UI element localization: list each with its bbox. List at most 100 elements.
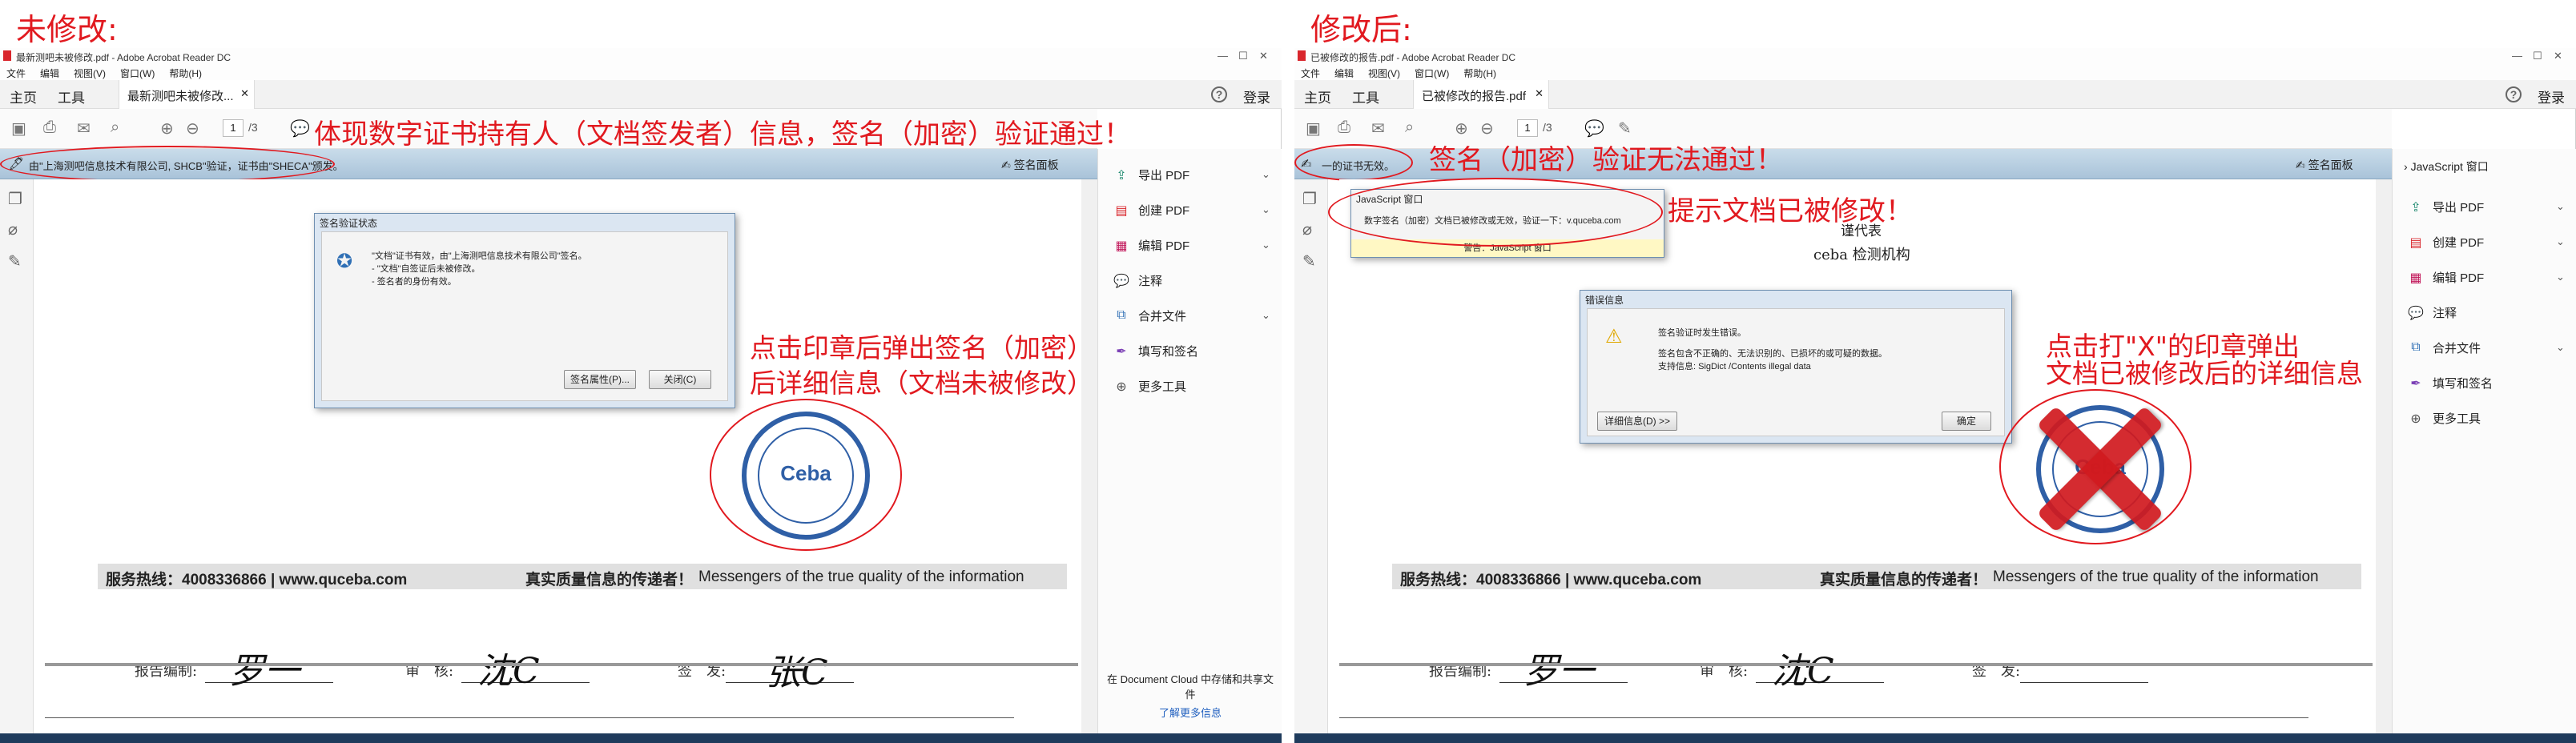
signature-panel-button[interactable]: ✍ 签名面板 xyxy=(1001,157,1059,173)
tool-fill-sign[interactable]: ✒ 填写和签名 xyxy=(1113,343,1198,360)
vertical-scrollbar[interactable] xyxy=(1081,179,1097,743)
tool-export-pdf[interactable]: ⇪ 导出 PDF ⌄ xyxy=(1113,167,1270,184)
tab-close-icon[interactable]: ✕ xyxy=(1535,87,1544,100)
page-divider xyxy=(1339,663,2373,666)
page-divider xyxy=(45,663,1078,666)
minimize-icon[interactable]: — xyxy=(2512,50,2522,62)
menu-edit[interactable]: 编辑 xyxy=(40,66,59,80)
navigation-rail: ❐ ⌀ ✎ xyxy=(1294,179,1328,743)
comment-icon[interactable]: 💬 xyxy=(1584,118,1604,139)
print-icon[interactable]: ⎙ xyxy=(1338,118,1350,137)
tool-combine-files[interactable]: ⧉ 合并文件 ⌄ xyxy=(1113,307,1270,325)
menu-edit[interactable]: 编辑 xyxy=(1334,66,1354,80)
tab-document[interactable]: 已被修改的报告.pdf ✕ xyxy=(1413,80,1549,109)
tool-edit-pdf[interactable]: ▦ 编辑 PDF ⌄ xyxy=(2407,269,2564,287)
chevron-down-icon[interactable]: ⌄ xyxy=(2556,341,2565,354)
tool-edit-pdf[interactable]: ▦ 编辑 PDF ⌄ xyxy=(1113,237,1270,255)
pen-icon[interactable]: ✎ xyxy=(1618,118,1632,139)
menu-view[interactable]: 视图(V) xyxy=(1368,66,1400,80)
save-icon[interactable]: ▣ xyxy=(11,118,26,139)
tool-more-tools[interactable]: ⊕ 更多工具 xyxy=(1113,378,1186,396)
signature-properties-button[interactable]: 签名属性(P)... xyxy=(564,370,636,389)
chevron-down-icon[interactable]: ⌄ xyxy=(2556,271,2565,283)
attachment-icon[interactable]: ⌀ xyxy=(1302,219,1312,239)
help-icon[interactable]: ? xyxy=(1211,86,1227,102)
edit-pdf-icon: ▦ xyxy=(1115,239,1128,253)
ok-button[interactable]: 确定 xyxy=(1942,412,1991,431)
comment-icon[interactable]: 💬 xyxy=(290,118,310,139)
page-down-icon[interactable]: ⊖ xyxy=(186,118,199,139)
details-button[interactable]: 详细信息(D) >> xyxy=(1597,412,1677,431)
maximize-icon[interactable]: ☐ xyxy=(1238,50,1248,62)
page-down-icon[interactable]: ⊖ xyxy=(1480,118,1494,139)
tool-create-pdf[interactable]: ▤ 创建 PDF ⌄ xyxy=(1113,202,1270,219)
signature-status-dialog: 签名验证状态 ✪ "文档"证书有效，由"上海测吧信息技术有限公司"签名。 - "… xyxy=(314,213,735,408)
close-icon[interactable]: ✕ xyxy=(1259,50,1268,62)
page-number-input[interactable]: 1 xyxy=(223,119,244,137)
chevron-down-icon[interactable]: ⌄ xyxy=(2556,235,2565,248)
search-icon[interactable]: ⌕ xyxy=(111,118,119,137)
page-number-input[interactable]: 1 xyxy=(1517,119,1538,137)
edit-pdf-icon: ▦ xyxy=(2409,271,2422,285)
chevron-right-icon[interactable]: › xyxy=(2404,160,2408,173)
tab-home[interactable]: 主页 xyxy=(1304,86,1331,106)
tab-document[interactable]: 最新测吧未被修改... ✕ xyxy=(119,80,255,109)
chevron-down-icon[interactable]: ⌄ xyxy=(1262,168,1270,181)
mail-icon[interactable]: ✉ xyxy=(77,118,91,139)
vertical-scrollbar[interactable] xyxy=(2376,179,2392,743)
minimize-icon[interactable]: — xyxy=(1218,50,1228,62)
tab-tools[interactable]: 工具 xyxy=(58,86,85,106)
page-up-icon[interactable]: ⊕ xyxy=(1455,118,1468,139)
tool-combine-files[interactable]: ⧉ 合并文件 ⌄ xyxy=(2407,339,2565,357)
chevron-down-icon[interactable]: ⌄ xyxy=(1262,309,1270,322)
page-up-icon[interactable]: ⊕ xyxy=(160,118,174,139)
menu-file[interactable]: 文件 xyxy=(6,66,26,80)
tool-fill-sign[interactable]: ✒ 填写和签名 xyxy=(2407,375,2493,392)
more-tools-icon: ⊕ xyxy=(1116,380,1127,394)
taskbar xyxy=(1294,733,2576,743)
tool-export-pdf[interactable]: ⇪ 导出 PDF ⌄ xyxy=(2407,199,2565,216)
window-titlebar: 最新测吧未被修改.pdf - Adobe Acrobat Reader DC —… xyxy=(0,48,1282,64)
tool-create-pdf[interactable]: ▤ 创建 PDF ⌄ xyxy=(2407,234,2564,251)
maximize-icon[interactable]: ☐ xyxy=(2533,50,2542,62)
tab-close-icon[interactable]: ✕ xyxy=(240,87,249,100)
menu-help[interactable]: 帮助(H) xyxy=(169,66,202,80)
save-icon[interactable]: ▣ xyxy=(1306,118,1321,139)
help-icon[interactable]: ? xyxy=(2506,86,2522,102)
search-icon[interactable]: ⌕ xyxy=(1405,118,1414,137)
menu-file[interactable]: 文件 xyxy=(1301,66,1320,80)
signin-link[interactable]: 登录 xyxy=(2538,86,2565,106)
print-icon[interactable]: ⎙ xyxy=(43,118,56,137)
signature-icon[interactable]: ✎ xyxy=(1302,251,1316,271)
chevron-down-icon[interactable]: ⌄ xyxy=(1262,239,1270,251)
panel-unmodified: 未修改: 最新测吧未被修改.pdf - Adobe Acrobat Reader… xyxy=(0,0,1282,743)
close-icon[interactable]: ✕ xyxy=(2554,50,2562,62)
tab-tools[interactable]: 工具 xyxy=(1352,86,1379,106)
tab-home[interactable]: 主页 xyxy=(10,86,37,106)
tool-more-tools[interactable]: ⊕ 更多工具 xyxy=(2407,410,2481,428)
annotation-top: 体现数字证书持有人（文档签发者）信息，签名（加密）验证通过！ xyxy=(314,118,1131,151)
attachment-icon[interactable]: ⌀ xyxy=(8,219,18,239)
mail-icon[interactable]: ✉ xyxy=(1371,118,1385,139)
signature-review: 沈C xyxy=(1772,651,1834,692)
tool-comment[interactable]: 💬 注释 xyxy=(1113,272,1162,290)
close-button[interactable]: 关闭(C) xyxy=(649,370,711,389)
signature-icon[interactable]: ✎ xyxy=(8,251,22,271)
signin-link[interactable]: 登录 xyxy=(1243,86,1270,106)
annotation-top: 签名（加密）验证无法通过！ xyxy=(1429,144,1783,176)
annotation-ellipse-sigbar xyxy=(1294,144,1413,181)
footer-english: Messengers of the true quality of the in… xyxy=(698,568,1024,585)
chevron-down-icon[interactable]: ⌄ xyxy=(1262,203,1270,216)
menu-view[interactable]: 视图(V) xyxy=(74,66,106,80)
learn-more-link[interactable]: 了解更多信息 xyxy=(1106,705,1274,720)
dialog-body: ✪ "文档"证书有效，由"上海测吧信息技术有限公司"签名。 - "文档"自签证后… xyxy=(321,231,728,401)
dialog-title: 签名验证状态 xyxy=(320,218,378,229)
tool-comment[interactable]: 💬 注释 xyxy=(2407,304,2457,322)
menu-help[interactable]: 帮助(H) xyxy=(1463,66,1496,80)
menu-window[interactable]: 窗口(W) xyxy=(1415,66,1449,80)
chevron-down-icon[interactable]: ⌄ xyxy=(2556,200,2565,213)
menu-window[interactable]: 窗口(W) xyxy=(120,66,155,80)
pages-icon[interactable]: ❐ xyxy=(8,189,22,209)
pages-icon[interactable]: ❐ xyxy=(1302,189,1317,209)
signature-panel-button[interactable]: ✍ 签名面板 xyxy=(2296,157,2353,173)
